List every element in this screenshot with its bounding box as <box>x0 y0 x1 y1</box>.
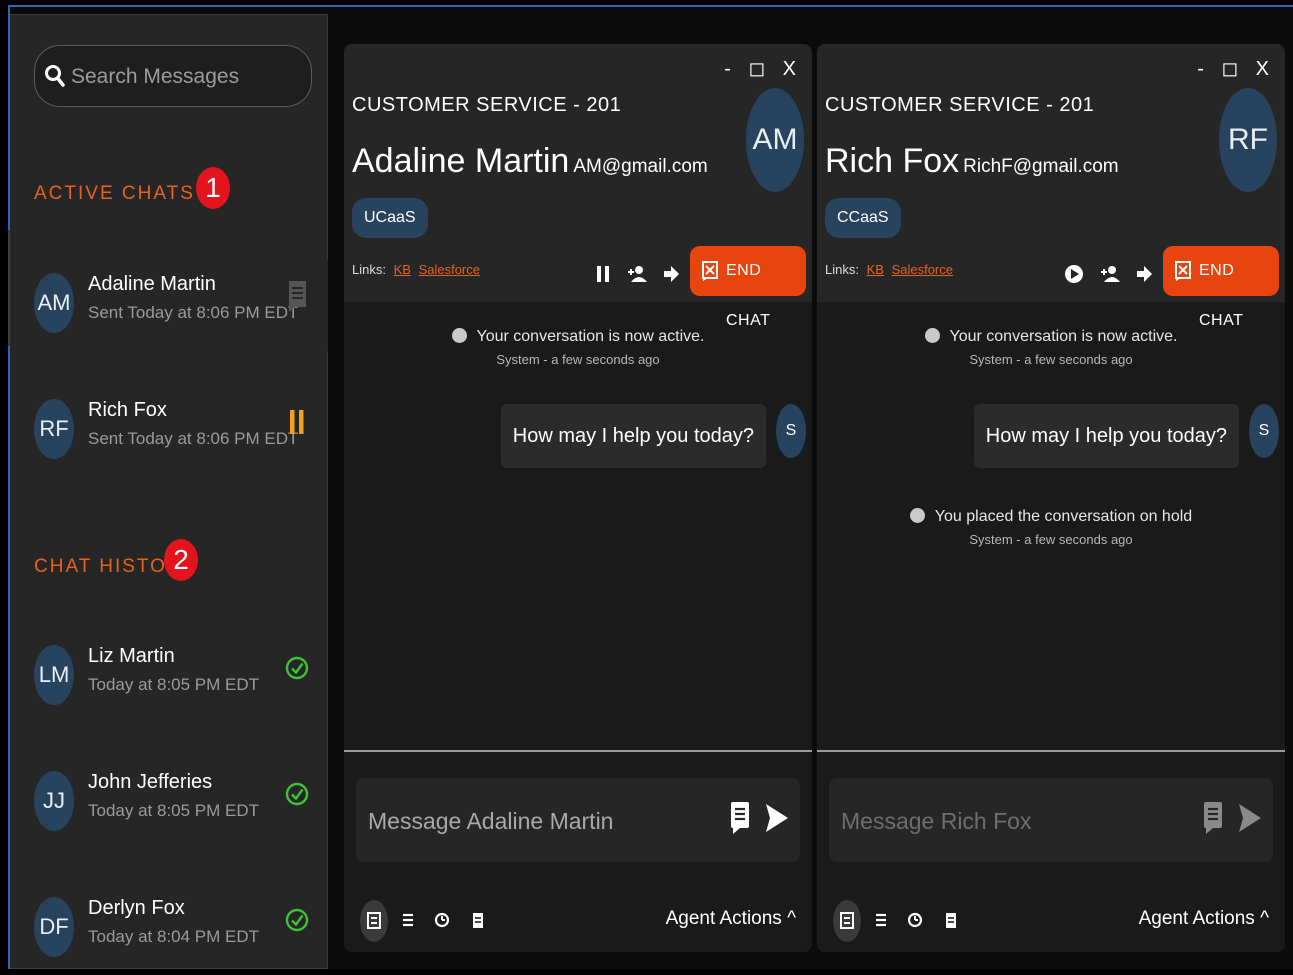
play-icon <box>451 328 467 343</box>
search-icon <box>45 65 65 87</box>
avatar: JJ <box>34 771 74 831</box>
search-box[interactable] <box>34 45 312 107</box>
links-label: Links: <box>825 262 859 277</box>
avatar: DF <box>34 897 74 957</box>
chat-header: - ◻ X CUSTOMER SERVICE - 201 Rich Fox Ric… <box>817 44 1285 329</box>
chat-window-adaline: - ◻ X CUSTOMER SERVICE - 201 Adaline Mar… <box>344 44 812 952</box>
transfer-icon[interactable] <box>660 262 682 286</box>
end-chat-icon <box>1175 261 1191 281</box>
customer-avatar: RF <box>1219 88 1277 192</box>
avatar: LM <box>34 645 74 705</box>
kb-link[interactable]: KB <box>394 262 411 277</box>
avatar: AM <box>34 273 74 333</box>
avatar: RF <box>34 399 74 459</box>
list-icon[interactable] <box>867 906 895 934</box>
window-controls[interactable]: - ◻ X <box>724 56 802 81</box>
sender-avatar: S <box>1249 404 1279 458</box>
search-input[interactable] <box>69 56 303 98</box>
message-input[interactable] <box>839 798 1183 844</box>
customer-avatar: AM <box>746 88 804 192</box>
list-icon[interactable] <box>394 906 422 934</box>
system-meta: System - a few seconds ago <box>496 352 660 367</box>
add-user-icon[interactable] <box>626 262 648 286</box>
window-controls[interactable]: - ◻ X <box>1197 56 1275 81</box>
end-chat-button[interactable]: END CHAT <box>690 246 806 329</box>
end-chat-button[interactable]: END CHAT <box>1163 246 1279 329</box>
add-user-icon[interactable] <box>1099 262 1121 286</box>
customer-email: AM@gmail.com <box>573 156 708 177</box>
chat-window-rich: - ◻ X CUSTOMER SERVICE - 201 Rich Fox Ric… <box>817 44 1285 952</box>
agent-actions-menu[interactable]: Agent Actions ^ <box>666 908 796 930</box>
links-row: Links: KB Salesforce <box>352 262 480 277</box>
chat-item-name: John Jefferies <box>88 771 213 793</box>
customer-name: Rich Fox RichF@gmail.com <box>825 142 1119 180</box>
pause-icon <box>909 508 925 523</box>
active-chat-item[interactable]: RF Rich Fox Sent Today at 8:06 PM EDT <box>10 385 328 477</box>
chat-item-time: Today at 8:05 PM EDT <box>88 675 260 694</box>
customer-email: RichF@gmail.com <box>963 156 1119 177</box>
history-chat-item[interactable]: JJ John Jefferies Today at 8:05 PM EDT <box>10 757 328 849</box>
pause-icon[interactable] <box>592 262 614 286</box>
end-chat-icon <box>702 261 718 281</box>
queue-label: CUSTOMER SERVICE - 201 <box>825 94 1095 116</box>
send-icon[interactable] <box>764 798 788 838</box>
chat-item-time: Sent Today at 8:06 PM EDT <box>88 429 299 448</box>
check-circle-icon <box>285 656 309 680</box>
active-chat-item[interactable]: AM Adaline Martin Sent Today at 8:06 PM … <box>10 259 328 351</box>
history-icon[interactable] <box>901 906 929 934</box>
chat-icon <box>289 281 306 312</box>
history-chat-item[interactable]: DF Derlyn Fox Today at 8:04 PM EDT <box>10 883 328 975</box>
salesforce-link[interactable]: Salesforce <box>419 262 480 277</box>
composer-divider <box>344 750 812 752</box>
kb-link[interactable]: KB <box>867 262 884 277</box>
history-chat-item[interactable]: LM Liz Martin Today at 8:05 PM EDT <box>10 631 328 723</box>
canned-response-icon[interactable] <box>728 798 752 838</box>
links-label: Links: <box>352 262 386 277</box>
salesforce-link[interactable]: Salesforce <box>892 262 953 277</box>
chat-item-name: Adaline Martin <box>88 273 216 295</box>
system-message: You placed the conversation on hold Syst… <box>817 508 1285 547</box>
agent-message-bubble: How may I help you today? <box>973 404 1239 468</box>
links-row: Links: KB Salesforce <box>825 262 953 277</box>
chat-item-time: Today at 8:04 PM EDT <box>88 927 260 946</box>
chat-item-time: Today at 8:05 PM EDT <box>88 801 260 820</box>
queue-label: CUSTOMER SERVICE - 201 <box>352 94 622 116</box>
pause-icon <box>290 410 304 434</box>
service-tag: CCaaS <box>825 198 901 238</box>
message-composer <box>356 778 800 862</box>
sidebar-marker <box>8 230 10 346</box>
check-circle-icon <box>285 908 309 932</box>
check-circle-icon <box>285 782 309 806</box>
canned-response-icon[interactable] <box>1201 798 1225 838</box>
service-tag: UCaaS <box>352 198 428 238</box>
play-icon[interactable] <box>1063 262 1085 286</box>
callout-badge-1: 1 <box>196 167 230 209</box>
chat-item-name: Rich Fox <box>88 399 167 421</box>
system-meta: System - a few seconds ago <box>969 352 1133 367</box>
chat-item-time: Sent Today at 8:06 PM EDT <box>88 303 299 322</box>
transcript-icon[interactable] <box>833 900 861 942</box>
sidebar: ACTIVE CHATS (2) 1 AM Adaline Martin Sen… <box>10 14 328 969</box>
send-icon[interactable] <box>1237 798 1261 838</box>
chat-header: - ◻ X CUSTOMER SERVICE - 201 Adaline Mar… <box>344 44 812 329</box>
transfer-icon[interactable] <box>1133 262 1155 286</box>
chat-item-name: Derlyn Fox <box>88 897 185 919</box>
customer-name: Adaline Martin AM@gmail.com <box>352 142 708 180</box>
composer-divider <box>817 750 1285 752</box>
chat-item-name: Liz Martin <box>88 645 175 667</box>
agent-message-bubble: How may I help you today? <box>500 404 766 468</box>
message-composer <box>829 778 1273 862</box>
system-meta: System - a few seconds ago <box>969 532 1133 547</box>
system-message: Your conversation is now active. System … <box>344 328 812 367</box>
system-message: Your conversation is now active. System … <box>817 328 1285 367</box>
history-icon[interactable] <box>428 906 456 934</box>
play-icon <box>924 328 940 343</box>
callout-badge-2: 2 <box>164 539 198 581</box>
clipboard-icon[interactable] <box>937 906 965 934</box>
transcript-icon[interactable] <box>360 900 388 942</box>
clipboard-icon[interactable] <box>464 906 492 934</box>
message-input[interactable] <box>366 798 710 844</box>
agent-actions-menu[interactable]: Agent Actions ^ <box>1139 908 1269 930</box>
sender-avatar: S <box>776 404 806 458</box>
